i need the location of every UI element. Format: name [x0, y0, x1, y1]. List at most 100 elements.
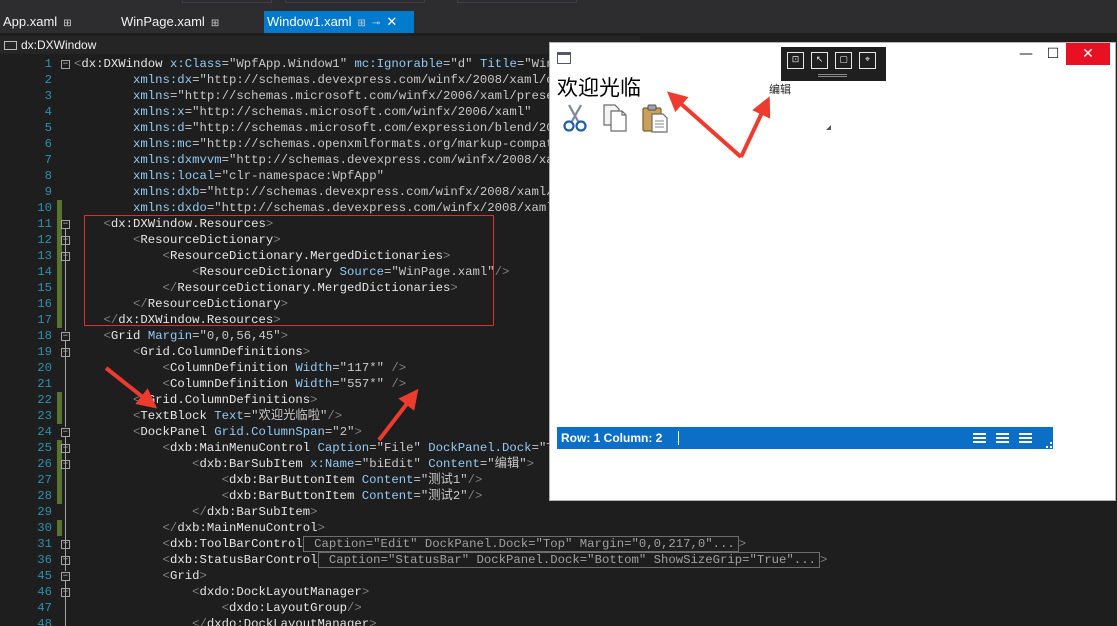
- menu-item-edit[interactable]: 编辑: [769, 81, 791, 97]
- frame-icon[interactable]: ▢: [835, 52, 852, 69]
- tab-app-xaml[interactable]: App.xaml ⊞: [0, 11, 110, 33]
- code-token: =": [214, 169, 229, 183]
- close-icon[interactable]: ✕: [386, 14, 397, 29]
- code-token: http://schemas.microsoft.com/winfx/2006/…: [184, 89, 606, 103]
- code-token: =": [169, 89, 185, 103]
- code-token: >: [280, 329, 289, 343]
- code-token: xmlns:dxdo: [74, 201, 207, 215]
- line-number: 12: [37, 233, 52, 247]
- unpin-icon[interactable]: ⊸: [372, 18, 380, 29]
- pointer-icon[interactable]: ↖: [811, 52, 828, 69]
- code-token: =": [332, 361, 348, 375]
- status-bar: Row: 1 Column: 2: [557, 427, 1053, 449]
- code-token: x:Class: [169, 57, 222, 71]
- code-token: >: [354, 425, 362, 439]
- code-token: dxb:BarSubItem: [206, 505, 311, 519]
- toolbar-grip[interactable]: [818, 74, 847, 77]
- code-token: Width: [295, 377, 333, 391]
- collapse-icon[interactable]: −: [61, 572, 70, 581]
- line-number: 20: [37, 361, 52, 375]
- tab-label: Window1.xaml: [267, 14, 352, 29]
- close-button[interactable]: ✕: [1066, 43, 1110, 65]
- code-text: <ColumnDefinition Width="557*" />: [74, 376, 407, 392]
- code-line[interactable]: 30 </dxb:MainMenuControl>: [0, 520, 1117, 536]
- code-token: DockPanel: [140, 425, 215, 439]
- line-number: 46: [37, 585, 52, 599]
- code-token: =": [479, 457, 495, 471]
- pin-icon[interactable]: ⊞: [63, 18, 71, 29]
- line-number: 5: [44, 121, 52, 135]
- size-grip[interactable]: [1046, 442, 1052, 448]
- code-token: =": [413, 489, 429, 503]
- collapse-icon[interactable]: −: [61, 220, 70, 229]
- code-token: http://schemas.openxmlformats.org/markup…: [206, 137, 606, 151]
- code-token: 欢迎光临啦: [258, 409, 321, 423]
- code-token: DockPanel.Dock: [428, 441, 532, 455]
- code-token: />: [467, 473, 483, 487]
- code-line[interactable]: 48 </dxdo:DockLayoutManager>: [0, 616, 1117, 626]
- code-token: Grid.ColumnDefinitions: [147, 393, 311, 407]
- code-line[interactable]: 45− <Grid>: [0, 568, 1117, 584]
- select-element-icon[interactable]: ⊡: [787, 52, 804, 69]
- code-token: <: [74, 409, 141, 423]
- code-text: xmlns:d="http://schemas.microsoft.com/ex…: [74, 120, 576, 136]
- line-number: 1: [44, 57, 52, 71]
- breadcrumb[interactable]: dx:DXWindow: [0, 36, 640, 54]
- collapse-icon[interactable]: −: [61, 60, 70, 69]
- code-token: xmlns:d: [74, 121, 185, 135]
- change-marker: [57, 392, 62, 408]
- tab-winpage-xaml[interactable]: WinPage.xaml ⊞: [118, 11, 258, 33]
- collapsed-region[interactable]: Caption="Edit" DockPanel.Dock="Top" Marg…: [302, 536, 739, 552]
- code-text: <Grid Margin="0,0,56,45">: [74, 328, 289, 344]
- layout-icon[interactable]: [1019, 433, 1032, 443]
- code-token: >: [361, 585, 370, 599]
- collapse-icon[interactable]: −: [61, 332, 70, 341]
- code-token: dxdo:DockLayoutManager: [199, 585, 362, 599]
- code-token: =": [184, 105, 200, 119]
- design-preview-window[interactable]: — ☐ ✕ 欢迎光临 编辑 Row: 1 Column: 2: [549, 42, 1116, 501]
- change-marker: [57, 488, 62, 504]
- minimize-button[interactable]: —: [1012, 43, 1040, 65]
- maximize-button[interactable]: ☐: [1039, 43, 1067, 65]
- code-line[interactable]: 31+ <dxb:ToolBarControl Caption="Edit" D…: [0, 536, 1117, 552]
- line-number: 3: [44, 89, 52, 103]
- code-token: =": [221, 57, 237, 71]
- layout-icon[interactable]: [973, 433, 986, 443]
- paste-icon[interactable]: [640, 103, 670, 133]
- code-token: ": [460, 489, 468, 503]
- annotation-box: [84, 215, 494, 326]
- pin-icon[interactable]: ⊞: [211, 18, 219, 29]
- track-focus-icon[interactable]: ⌖: [859, 52, 876, 69]
- code-line[interactable]: 36+ <dxb:StatusBarControl Caption="Statu…: [0, 552, 1117, 568]
- layout-icon[interactable]: [996, 433, 1009, 443]
- code-token: <: [74, 441, 170, 455]
- fold-guide: [65, 357, 66, 411]
- code-text: </dxdo:DockLayoutManager>: [74, 616, 377, 626]
- code-line[interactable]: 29 </dxb:BarSubItem>: [0, 504, 1117, 520]
- code-token: xmlns:mc: [74, 137, 193, 151]
- code-token: />: [467, 489, 483, 503]
- cut-icon[interactable]: [560, 103, 590, 133]
- code-token: xmlns:dx: [74, 73, 193, 87]
- collapsed-region[interactable]: Caption="StatusBar" DockPanel.Dock="Bott…: [317, 552, 820, 568]
- code-text: <Grid>: [74, 568, 207, 584]
- change-marker: [57, 520, 62, 536]
- pin-icon[interactable]: ⊞: [358, 18, 366, 29]
- code-token: Text: [214, 409, 244, 423]
- copy-icon[interactable]: [600, 103, 630, 133]
- code-token: <: [74, 473, 229, 487]
- status-text: Row: 1 Column: 2: [561, 431, 663, 445]
- line-number: 15: [37, 281, 52, 295]
- line-number: 21: [37, 377, 52, 391]
- code-token: dxb:MainMenuControl: [169, 441, 318, 455]
- code-token: 557*: [347, 377, 377, 391]
- collapse-icon[interactable]: −: [61, 428, 70, 437]
- code-line[interactable]: 46− <dxdo:DockLayoutManager>: [0, 584, 1117, 600]
- tab-window1-xaml[interactable]: Window1.xaml ⊞ ⊸ ✕: [264, 11, 414, 33]
- code-token: dxb:StatusBarControl: [169, 553, 318, 567]
- code-token: dxb:MainMenuControl: [177, 521, 318, 535]
- code-token: =": [443, 57, 458, 71]
- welcome-textblock: 欢迎光临: [557, 76, 641, 100]
- code-token: dxdo:DockLayoutManager: [206, 617, 370, 626]
- code-line[interactable]: 47 <dxdo:LayoutGroup/>: [0, 600, 1117, 616]
